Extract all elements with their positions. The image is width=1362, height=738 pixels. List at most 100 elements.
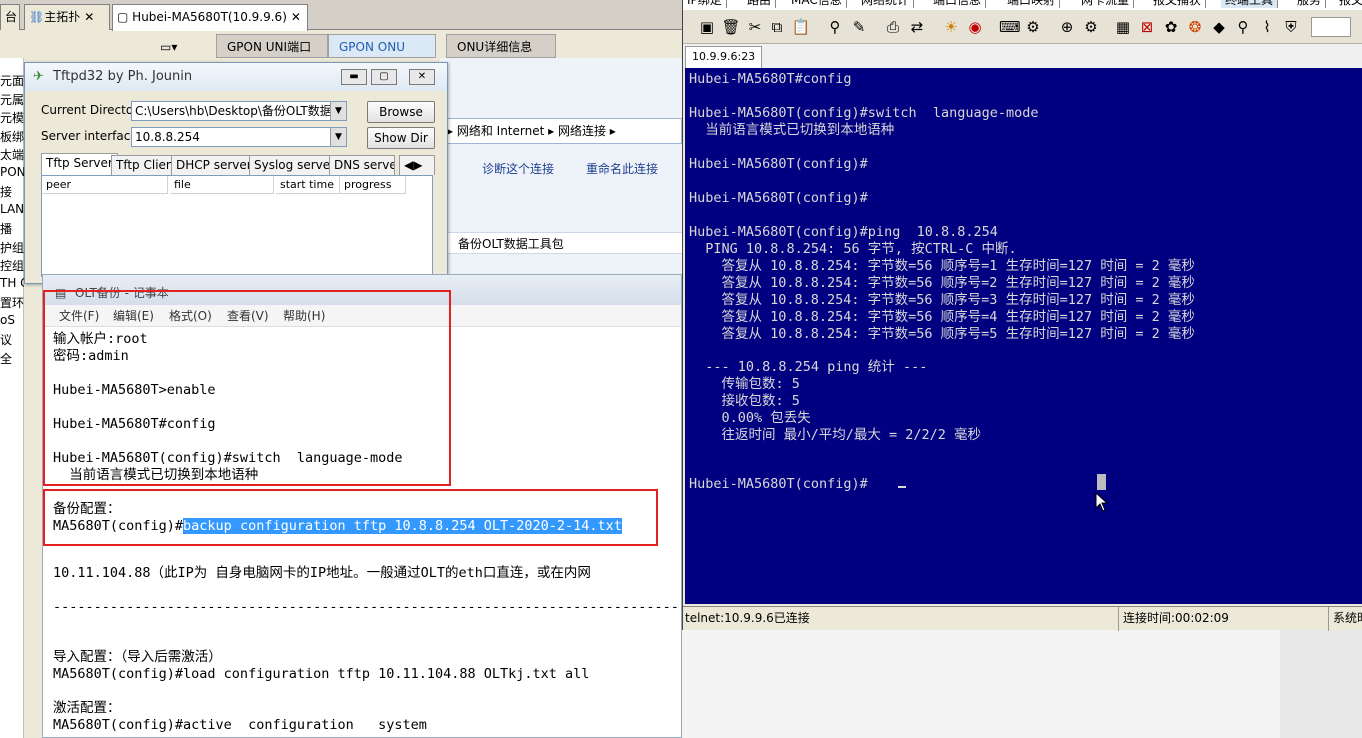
chevron-down-icon[interactable]: ▼ bbox=[330, 128, 346, 146]
tree-item[interactable]: 元模 bbox=[0, 109, 24, 126]
transfer-list[interactable]: peer file start time progress bbox=[41, 175, 433, 277]
column-header[interactable]: file bbox=[170, 176, 274, 194]
address-bar[interactable]: ▸ 网络和 Internet ▸ 网络连接 ▸ bbox=[440, 118, 682, 144]
tree-item[interactable]: 全 bbox=[0, 350, 24, 367]
tab-partial[interactable]: 台 bbox=[0, 4, 20, 30]
current-directory-field[interactable]: C:\Users\hb\Desktop\备份OLT数据] ▼ bbox=[131, 101, 347, 121]
brush-icon[interactable]: ⌇ bbox=[1257, 17, 1277, 37]
tftpd-window: ✈ Tftpd32 by Ph. Jounin ▬ ▢ ✕ Current Di… bbox=[24, 62, 448, 284]
menu-packet[interactable]: 报文 bbox=[1335, 0, 1362, 8]
terminal-window: IP绑定 路由 MAC信息 网络统计 端口信息 端口映射 网卡流量 报文捕获 终… bbox=[682, 0, 1362, 631]
subtab-bar: GPON UNI端口 GPON ONU ONU详细信息 bbox=[210, 34, 682, 58]
shield-icon[interactable]: ⛨ bbox=[1281, 17, 1301, 37]
minimize-button[interactable]: ▬ bbox=[341, 69, 367, 85]
tab-syslog-server[interactable]: Syslog server bbox=[249, 155, 341, 175]
tree-item[interactable]: TH C bbox=[0, 276, 24, 290]
list-item[interactable]: 备份OLT数据工具包 bbox=[440, 232, 682, 254]
tab-tftp-server[interactable]: Tftp Server bbox=[41, 153, 118, 175]
find-icon[interactable]: ⚲ bbox=[825, 17, 845, 37]
command-bar: 诊断这个连接 重命名此连接 bbox=[440, 156, 682, 182]
menu-port-info[interactable]: 端口信息 bbox=[929, 0, 987, 8]
menu-port-map[interactable]: 端口映射 bbox=[1003, 0, 1061, 8]
terminal-screen[interactable]: Hubei-MA5680T#config Hubei-MA5680T(confi… bbox=[685, 68, 1362, 604]
tab-dhcp-server[interactable]: DHCP server bbox=[171, 155, 257, 175]
tree-item[interactable]: oS bbox=[0, 313, 24, 327]
tab-onu-detail[interactable]: ONU详细信息 bbox=[446, 34, 556, 58]
toolbar-input[interactable] bbox=[1311, 17, 1351, 37]
menu-terminal-tools[interactable]: 终端工具 bbox=[1221, 0, 1279, 8]
save-icon[interactable]: ▣ bbox=[697, 17, 717, 37]
menu-ip-bind[interactable]: IP绑定 bbox=[683, 0, 727, 8]
tab-dns-server[interactable]: DNS server bbox=[329, 155, 395, 175]
tab-gpon-uni[interactable]: GPON UNI端口 bbox=[216, 34, 328, 58]
background-area bbox=[1280, 630, 1362, 738]
record-icon[interactable]: ◉ bbox=[965, 17, 985, 37]
tftpd-icon: ✈ bbox=[33, 69, 44, 84]
tab-topology[interactable]: ⛓主拓扑 ✕ bbox=[24, 4, 110, 30]
tree-item[interactable]: PON bbox=[0, 165, 24, 179]
tool-icon[interactable]: ✿ bbox=[1161, 17, 1181, 37]
show-dir-button[interactable]: Show Dir bbox=[367, 127, 435, 149]
tree-item[interactable]: 元面 bbox=[0, 72, 24, 89]
chevron-down-icon[interactable]: ▼ bbox=[330, 102, 346, 120]
menu-route[interactable]: 路由 bbox=[743, 0, 777, 8]
menu-nic-traffic[interactable]: 网卡流量 bbox=[1077, 0, 1135, 8]
close-icon[interactable]: ✕ bbox=[84, 10, 94, 24]
light-icon[interactable]: ☀ bbox=[941, 17, 961, 37]
transfer-icon[interactable]: ⇄ bbox=[907, 17, 927, 37]
browse-button[interactable]: Browse bbox=[367, 101, 435, 123]
menu-mac-info[interactable]: MAC信息 bbox=[787, 0, 847, 8]
script-icon[interactable]: ⚙ bbox=[1023, 17, 1043, 37]
print-icon[interactable]: ⎙ bbox=[883, 17, 903, 37]
terminal-line: 传输包数: 5 bbox=[689, 376, 800, 392]
keyboard-icon[interactable]: ⌨ bbox=[999, 17, 1021, 37]
zoom-icon[interactable]: ⊕ bbox=[1057, 17, 1077, 37]
column-header[interactable]: progress bbox=[340, 176, 406, 194]
tree-item[interactable]: LAN bbox=[0, 202, 24, 216]
copy-icon[interactable]: ⧉ bbox=[767, 17, 787, 37]
tab-device[interactable]: ▢ Hubei-MA5680T(10.9.9.6) ✕ bbox=[112, 4, 308, 31]
column-header[interactable]: peer bbox=[42, 176, 168, 194]
globe-icon[interactable]: ❂ bbox=[1185, 17, 1205, 37]
menu-service[interactable]: 服务 bbox=[1293, 0, 1327, 8]
terminal-line: --- 10.8.8.254 ping 统计 --- bbox=[689, 359, 928, 375]
settings-icon[interactable]: ⚙ bbox=[1081, 17, 1101, 37]
tree-item[interactable]: 议 bbox=[0, 331, 24, 348]
paste-icon[interactable]: 📋 bbox=[791, 17, 811, 37]
menu-packet-capture[interactable]: 报文捕获 bbox=[1149, 0, 1207, 8]
tab-session[interactable]: 10.9.9.6:23 bbox=[685, 46, 763, 68]
breadcrumb-item[interactable]: 网络和 Internet bbox=[457, 124, 544, 138]
view-dropdown[interactable]: ▭▾ bbox=[160, 40, 200, 58]
tree-item[interactable]: 元属 bbox=[0, 91, 24, 108]
close-button[interactable]: ✕ bbox=[409, 69, 435, 85]
window-title-text: Tftpd32 by Ph. Jounin bbox=[53, 69, 193, 84]
menu-net-stats[interactable]: 网络统计 bbox=[857, 0, 915, 8]
diagnose-link[interactable]: 诊断这个连接 bbox=[482, 162, 554, 176]
search-icon[interactable]: ⚲ bbox=[1233, 17, 1253, 37]
tree-item[interactable]: 置环 bbox=[0, 294, 24, 311]
tree-item[interactable]: 板绑 bbox=[0, 128, 24, 145]
tab-label: 主拓扑 bbox=[44, 10, 81, 24]
current-directory-value: C:\Users\hb\Desktop\备份OLT数据] bbox=[135, 104, 337, 118]
block-cursor bbox=[1097, 474, 1106, 490]
delete-icon[interactable]: 🗑 bbox=[721, 17, 741, 37]
maximize-button[interactable]: ▢ bbox=[371, 69, 397, 85]
cut-icon[interactable]: ✂ bbox=[745, 17, 765, 37]
tag-icon[interactable]: ◆ bbox=[1209, 17, 1229, 37]
server-interface-field[interactable]: 10.8.8.254 ▼ bbox=[131, 127, 347, 147]
tree-item[interactable]: 播 bbox=[0, 220, 24, 237]
column-header[interactable]: start time bbox=[276, 176, 340, 194]
tree-item[interactable]: 接 bbox=[0, 183, 24, 200]
edit-icon[interactable]: ✎ bbox=[849, 17, 869, 37]
rename-link[interactable]: 重命名此连接 bbox=[586, 162, 658, 176]
grid-icon[interactable]: ▦ bbox=[1113, 17, 1133, 37]
tree-item[interactable]: 护组 bbox=[0, 239, 24, 256]
tree-item[interactable]: 控组 bbox=[0, 257, 24, 274]
tree-item[interactable]: 太端 bbox=[0, 146, 24, 163]
text-icon[interactable]: ⊠ bbox=[1137, 17, 1157, 37]
tab-gpon-onu[interactable]: GPON ONU bbox=[328, 34, 436, 58]
close-icon[interactable]: ✕ bbox=[291, 10, 301, 24]
tab-scroll-buttons[interactable]: ◀▶ bbox=[399, 155, 435, 175]
annotation-box-login bbox=[43, 290, 451, 486]
breadcrumb-item[interactable]: 网络连接 bbox=[558, 124, 606, 138]
